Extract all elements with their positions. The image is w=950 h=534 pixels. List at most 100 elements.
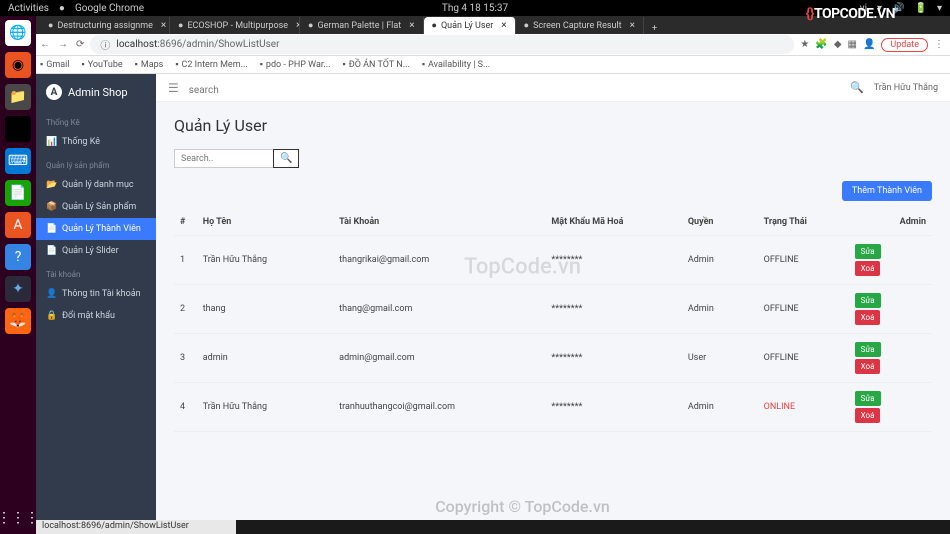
edit-button[interactable]: Sửa [855,391,881,406]
extension-icon[interactable]: ▦ [848,39,857,50]
cell-role: Admin [682,285,758,334]
browser-app-name[interactable]: Google Chrome [75,3,144,14]
bookmark-label: ĐỒ ÁN TỐT N... [349,60,410,70]
cell-status: OFFLINE [758,334,849,383]
dock-help-icon[interactable]: ? [5,244,31,270]
tab-close-icon[interactable]: × [630,20,635,31]
dock-files-icon[interactable]: 📁 [5,84,31,110]
site-info-icon[interactable]: ⓘ [100,37,110,52]
browser-tab[interactable]: ●ECOSHOP - Multipurpose× [170,17,300,34]
bookmark-item[interactable]: ▪pdo - PHP War... [260,59,331,70]
table-header: # [174,209,197,236]
cell-account: thangrikai@gmail.com [333,236,545,285]
dock-chrome-icon[interactable]: 🌐 [5,20,31,46]
dock-app-icon[interactable]: ✦ [5,276,31,302]
delete-button[interactable]: Xoá [855,261,881,276]
table-row: 2 thang thang@gmail.com ******** Admin O… [174,285,932,334]
activities-label[interactable]: Activities [8,3,49,14]
sidebar-item-label: Quản Lý Slider [62,246,119,256]
edit-button[interactable]: Sửa [855,293,881,308]
cell-account: tranhuuthangcoi@gmail.com [333,383,545,432]
sidebar-item[interactable]: 📄Quản Lý Thành Viên [36,218,156,240]
bookmark-item[interactable]: ▪Maps [135,59,164,70]
bookmark-item[interactable]: ▪ĐỒ ÁN TỐT N... [343,59,410,70]
app-page: A Admin Shop Thống Kê📊Thống KêQuản lý sả… [36,74,950,520]
browser-address-bar: ← → ⟳ ⓘ localhost:8696/admin/ShowListUse… [0,34,950,56]
sidebar-item[interactable]: 👤Thông tin Tài khoản [36,283,156,305]
bookmark-favicon: ▪ [260,59,263,70]
delete-button[interactable]: Xoá [855,359,881,374]
brand-label: Admin Shop [68,86,128,99]
chrome-icon: ● [59,3,65,14]
system-datetime[interactable]: Thg 4 18 15:37 [442,3,508,14]
menu-icon[interactable]: ⋮ [934,39,944,50]
extension-icon[interactable]: ★ [800,39,809,50]
cell-account: thang@gmail.com [333,285,545,334]
tab-close-icon[interactable]: × [501,20,506,31]
bookmark-item[interactable]: ▪Gmail [40,59,70,70]
bookmark-label: pdo - PHP War... [266,60,331,70]
url-field[interactable]: ⓘ localhost:8696/admin/ShowListUser [90,35,794,54]
sidebar-item-icon: 🔒 [46,311,56,321]
sidebar-item[interactable]: 📦Quản Lý Sản phẩm [36,196,156,218]
add-member-button[interactable]: Thêm Thành Viên [842,181,932,201]
page-title: Quản Lý User [174,116,932,135]
table-header: Họ Tên [197,209,333,236]
reload-button[interactable]: ⟳ [76,39,84,50]
browser-tab[interactable]: ●Destructuring assignme× [40,17,170,34]
browser-tab[interactable]: ●Screen Capture Result× [516,17,644,34]
dock-shell-icon[interactable]: ⬤ [5,116,31,142]
tab-close-icon[interactable]: × [161,20,166,31]
sidebar-section-title: Quản lý sản phẩm [36,153,156,174]
cell-index: 1 [174,236,197,285]
sidebar-item[interactable]: 📄Quản Lý Slider [36,240,156,262]
table-header: Admin [849,209,932,236]
browser-tab[interactable]: ●German Palette | Flat× [300,17,424,34]
cell-role: Admin [682,383,758,432]
delete-button[interactable]: Xoá [855,310,881,325]
dock-software-icon[interactable]: A [5,212,31,238]
new-tab-button[interactable]: + [644,24,665,34]
bookmark-item[interactable]: ▪YouTube [82,59,123,70]
sidebar-section-title: Tài khoản [36,262,156,283]
power-icon[interactable]: ▾ [937,3,942,14]
edit-button[interactable]: Sửa [855,244,881,259]
battery-icon[interactable]: 🔋 [915,3,927,14]
browser-tab[interactable]: ●Quản Lý User× [424,17,516,34]
delete-button[interactable]: Xoá [855,408,881,423]
back-button[interactable]: ← [40,39,50,50]
table-header: Quyền [682,209,758,236]
table-search-button[interactable]: 🔍 [273,149,299,168]
forward-button[interactable]: → [58,39,68,50]
bookmark-item[interactable]: ▪Availability | S... [422,59,490,70]
profile-icon[interactable]: 👤 [863,39,875,50]
sidebar-item[interactable]: 📊Thống Kê [36,131,156,153]
sidebar-item[interactable]: 🔒Đổi mật khẩu [36,305,156,327]
table-search-input[interactable] [174,149,274,168]
tab-close-icon[interactable]: × [409,20,414,31]
sidebar-item-label: Quản Lý Sản phẩm [62,202,136,212]
tab-label: German Palette | Flat [317,21,401,31]
topbar-search-input[interactable] [189,85,309,96]
search-icon[interactable]: 🔍 [850,81,864,94]
cell-index: 4 [174,383,197,432]
dock-vscode-icon[interactable]: ⌨ [5,148,31,174]
extension-icon[interactable]: 🧩 [815,39,827,50]
sidebar-item-label: Quản Lý Thành Viên [62,224,141,234]
dock-apps-grid-icon[interactable]: ⋮⋮⋮ [0,510,39,526]
tab-favicon: ● [432,20,437,31]
extension-icon[interactable]: ◆ [834,39,842,50]
topbar-user-name[interactable]: Trần Hữu Thắng [874,83,938,93]
bookmark-item[interactable]: ▪C2 Intern Mem... [175,59,247,70]
sidebar-brand[interactable]: A Admin Shop [36,74,156,110]
dock-app-icon[interactable]: ◉ [5,52,31,78]
hamburger-icon[interactable]: ☰ [168,81,179,95]
ubuntu-dock: 🌐 ◉ 📁 ⬤ ⌨ 📄 A ? ✦ 🦊 ⋮⋮⋮ [0,16,36,534]
edit-button[interactable]: Sửa [855,342,881,357]
dock-writer-icon[interactable]: 📄 [5,180,31,206]
tab-favicon: ● [178,20,183,31]
sidebar-item[interactable]: 📂Quản lý danh mục [36,174,156,196]
sidebar-item-icon: 📊 [46,137,56,147]
update-button[interactable]: Update [881,38,928,52]
dock-firefox-icon[interactable]: 🦊 [5,308,31,334]
